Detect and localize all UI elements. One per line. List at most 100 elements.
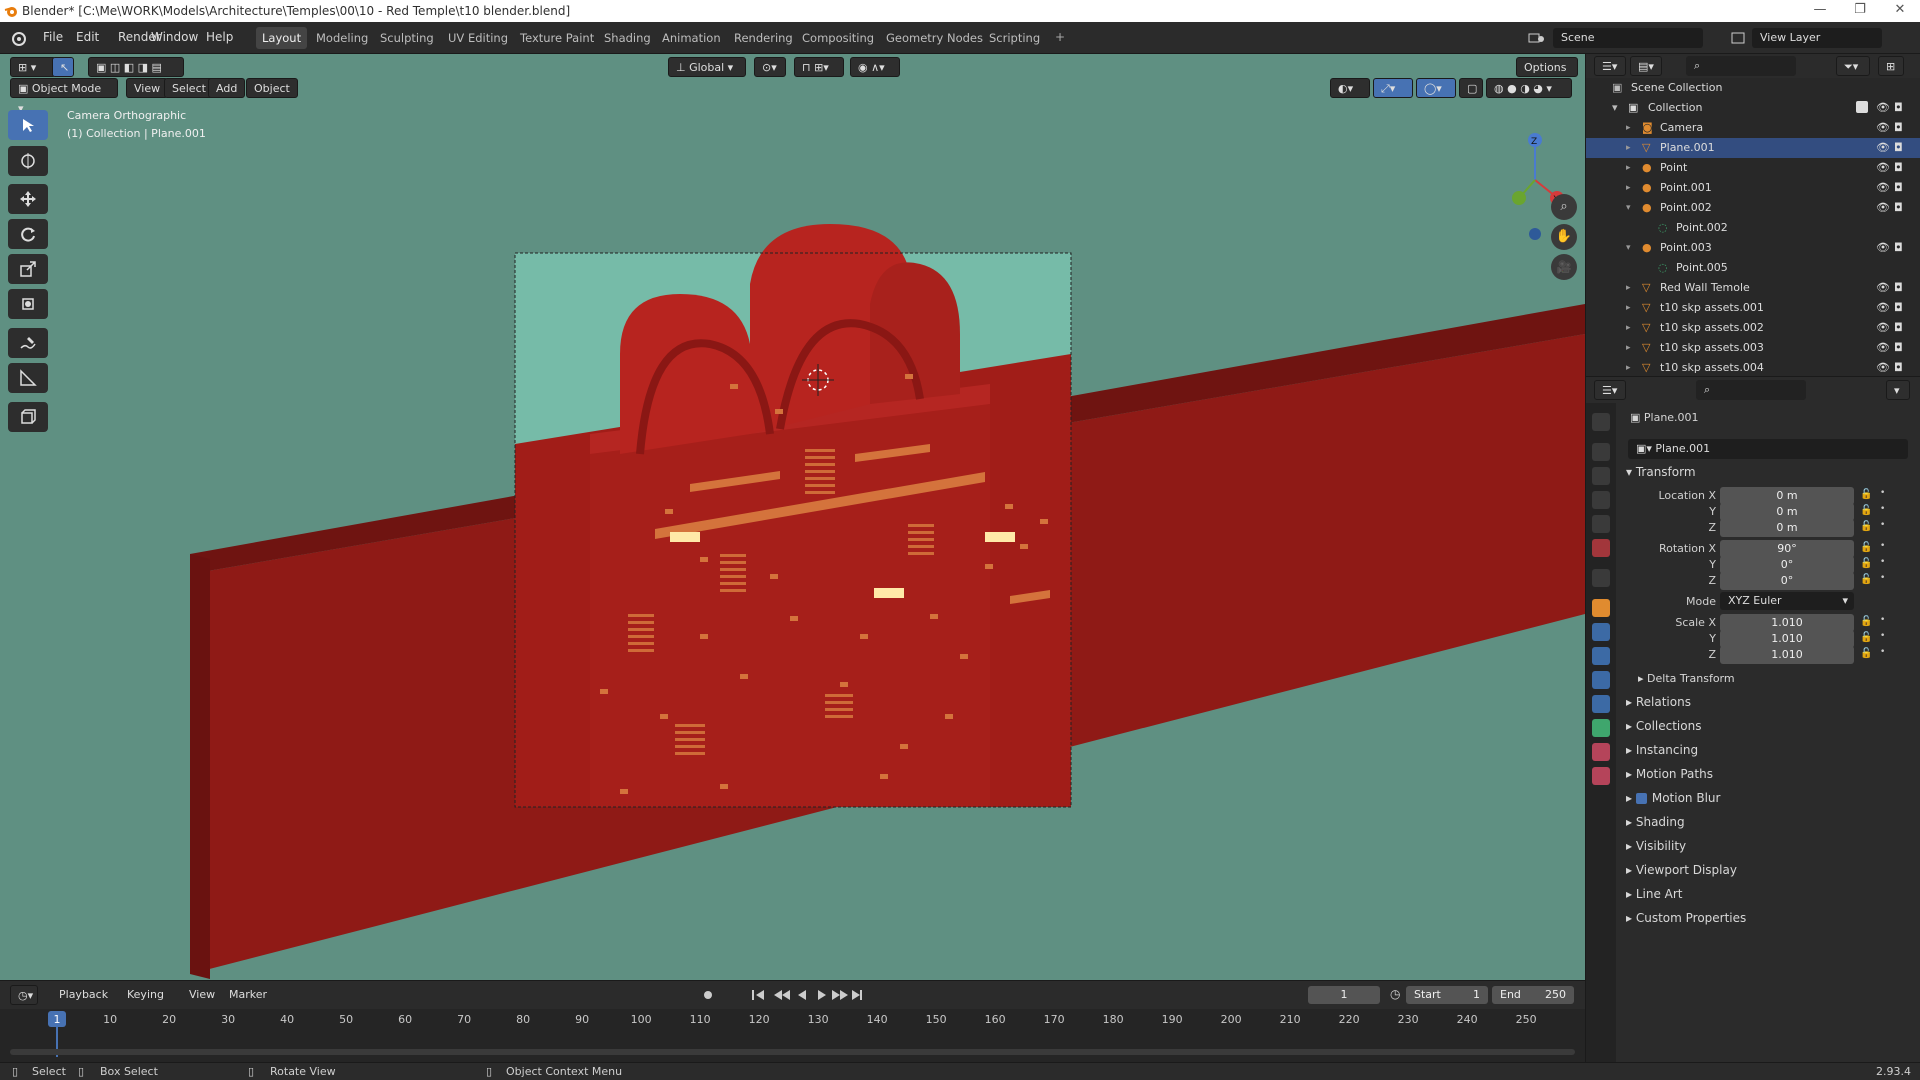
gizmo-toggle[interactable]: ⤢▾ (1373, 78, 1413, 98)
pan-hand-icon[interactable]: ✋ (1551, 224, 1577, 250)
start-frame-field[interactable]: Start 1 (1406, 986, 1488, 1004)
eye-icon[interactable]: 👁 (1876, 158, 1890, 178)
tab-geometry-nodes[interactable]: Geometry Nodes (880, 27, 989, 49)
panel-collections[interactable]: ▸ Collections (1626, 719, 1701, 733)
render-camera-icon[interactable]: ◘ (1894, 138, 1903, 158)
texture-tab-icon[interactable] (1592, 767, 1610, 785)
scene-selector[interactable]: Scene (1553, 28, 1703, 48)
lock-icon[interactable]: 🔓 (1860, 616, 1872, 627)
properties-options-button[interactable]: ▾ (1886, 380, 1910, 400)
mode-dropdown[interactable]: ▣ Object Mode ▾ (10, 78, 118, 115)
xray-toggle[interactable]: ▢ (1459, 78, 1483, 98)
keyframe-dot-icon[interactable]: • (1880, 573, 1885, 583)
particles-tab-icon[interactable] (1592, 647, 1610, 665)
expand-arrow-icon[interactable]: ▾ (1626, 198, 1631, 218)
select-box-tool[interactable] (8, 110, 48, 140)
camera-view-icon[interactable]: 🎥 (1551, 254, 1577, 280)
eye-icon[interactable]: 👁 (1876, 318, 1890, 338)
world-tab-icon[interactable] (1592, 539, 1610, 557)
material-tab-icon[interactable] (1592, 743, 1610, 761)
overlay-toggle[interactable]: ◯▾ (1416, 78, 1456, 98)
scale-z-field[interactable]: 1.010 (1720, 646, 1854, 664)
annotate-tool[interactable] (8, 328, 48, 358)
eye-icon[interactable]: 👁 (1876, 118, 1890, 138)
lock-icon[interactable]: 🔓 (1860, 558, 1872, 569)
visibility-dropdown[interactable]: ◐▾ (1330, 78, 1370, 98)
outliner-collection-row[interactable]: ▾ ▣ Collection 👁 ◘ (1586, 98, 1920, 118)
clock-icon[interactable]: ◷ (1390, 987, 1400, 1001)
timeline-menu-keying[interactable]: Keying (120, 985, 171, 1005)
lock-icon[interactable]: 🔓 (1860, 505, 1872, 516)
transform-panel-header[interactable]: ▾ Transform (1626, 465, 1696, 479)
lock-icon[interactable]: 🔓 (1860, 521, 1872, 532)
rotate-tool[interactable] (8, 219, 48, 249)
add-workspace-button[interactable]: + (1055, 30, 1065, 44)
panel-line-art[interactable]: ▸ Line Art (1626, 887, 1683, 901)
render-tab-icon[interactable] (1592, 443, 1610, 461)
shading-mode-buttons[interactable]: ◍ ● ◑ ◕ ▾ (1486, 78, 1572, 98)
panel-visibility[interactable]: ▸ Visibility (1626, 839, 1686, 853)
tab-sculpting[interactable]: Sculpting (374, 27, 440, 49)
eye-icon[interactable]: 👁 (1876, 178, 1890, 198)
keyframe-dot-icon[interactable]: • (1880, 615, 1885, 625)
render-camera-icon[interactable]: ◘ (1894, 118, 1903, 138)
add-cube-tool[interactable] (8, 402, 48, 432)
selection-mode-buttons[interactable]: ▣ ◫ ◧ ◨ ▤ (88, 57, 184, 77)
delta-transform-subpanel[interactable]: ▸ Delta Transform (1638, 672, 1735, 685)
expand-arrow-icon[interactable]: ▸ (1626, 338, 1631, 358)
outliner-item-red-wall-temole[interactable]: ▸ ▽ Red Wall Temole 👁 ◘ (1586, 278, 1920, 298)
tab-uv-editing[interactable]: UV Editing (442, 27, 514, 49)
blender-menu-icon[interactable] (10, 30, 26, 46)
render-camera-icon[interactable]: ◘ (1894, 318, 1903, 338)
cursor-tool[interactable] (8, 146, 48, 176)
tab-scripting[interactable]: Scripting (983, 27, 1046, 49)
scale-tool[interactable] (8, 254, 48, 284)
editor-type-button[interactable]: ⊞ ▾ (10, 57, 56, 77)
render-camera-icon[interactable]: ◘ (1894, 358, 1903, 378)
menu-edit[interactable]: Edit (76, 30, 99, 44)
lock-icon[interactable]: 🔓 (1860, 648, 1872, 659)
modifier-tab-icon[interactable] (1592, 623, 1610, 641)
output-tab-icon[interactable] (1592, 467, 1610, 485)
render-camera-icon[interactable]: ◘ (1894, 338, 1903, 358)
collection-checkbox[interactable] (1856, 101, 1868, 113)
panel-instancing[interactable]: ▸ Instancing (1626, 743, 1698, 757)
keyframe-dot-icon[interactable]: • (1880, 647, 1885, 657)
eye-icon[interactable]: 👁 (1876, 198, 1890, 218)
data-tab-icon[interactable] (1592, 719, 1610, 737)
object-name-field[interactable]: ▣▾ Plane.001 (1628, 439, 1908, 459)
outliner-filter-button[interactable]: ⏷▾ (1836, 56, 1870, 76)
outliner-item-t10-skp-assets-003[interactable]: ▸ ▽ t10 skp assets.003 👁 ◘ (1586, 338, 1920, 358)
render-camera-icon[interactable]: ◘ (1894, 298, 1903, 318)
object-tab-icon[interactable] (1592, 599, 1610, 617)
outliner-item-point[interactable]: ▸ ● Point 👁 ◘ (1586, 158, 1920, 178)
tab-rendering[interactable]: Rendering (728, 27, 799, 49)
new-collection-button[interactable]: ⊞ (1878, 56, 1904, 76)
tab-compositing[interactable]: Compositing (796, 27, 880, 49)
timeline-menu-marker[interactable]: Marker (222, 985, 274, 1005)
scene-icon[interactable] (1527, 30, 1545, 46)
timeline-scrollbar[interactable] (10, 1049, 1575, 1055)
3d-viewport[interactable]: ⊞ ▾ ↖ ▣ ◫ ◧ ◨ ▤ ⊥ Global ▾ ⊙▾ ⊓ ⊞▾ ◉ ∧▾ … (0, 54, 1585, 980)
panel-motion-paths[interactable]: ▸ Motion Paths (1626, 767, 1713, 781)
expand-arrow-icon[interactable]: ▸ (1626, 318, 1631, 338)
render-camera-icon[interactable]: ◘ (1894, 98, 1903, 118)
panel-shading[interactable]: ▸ Shading (1626, 815, 1685, 829)
outliner-item-point-002[interactable]: ▾ ● Point.002 👁 ◘ (1586, 198, 1920, 218)
expand-arrow-icon[interactable]: ▾ (1626, 238, 1631, 258)
timeline-menu-view[interactable]: View (182, 985, 222, 1005)
expand-arrow-icon[interactable]: ▸ (1626, 298, 1631, 318)
orientation-dropdown[interactable]: ⊥ Global ▾ (668, 57, 746, 77)
transform-tool[interactable] (8, 289, 48, 319)
outliner-item-t10-skp-assets-001[interactable]: ▸ ▽ t10 skp assets.001 👁 ◘ (1586, 298, 1920, 318)
keyframe-dot-icon[interactable]: • (1880, 488, 1885, 498)
eye-icon[interactable]: 👁 (1876, 358, 1890, 378)
lock-icon[interactable]: 🔓 (1860, 542, 1872, 553)
outliner-scene-collection[interactable]: ▣ Scene Collection (1586, 78, 1920, 98)
panel-motion-blur[interactable]: ▸ Motion Blur (1626, 791, 1720, 805)
tab-shading[interactable]: Shading (598, 27, 657, 49)
constraints-tab-icon[interactable] (1592, 695, 1610, 713)
expand-arrow-icon[interactable]: ▸ (1626, 118, 1631, 138)
view-layer-selector[interactable]: View Layer (1752, 28, 1882, 48)
outliner-item-point-002[interactable]: ◌ Point.002 (1586, 218, 1920, 238)
